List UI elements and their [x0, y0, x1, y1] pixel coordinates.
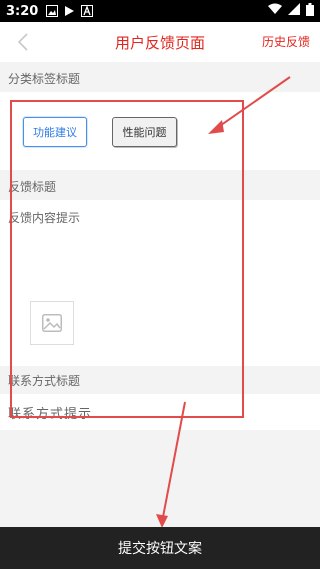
- back-button[interactable]: [12, 31, 34, 53]
- play-store-icon: [64, 5, 75, 17]
- battery-icon: [306, 2, 314, 20]
- contact-input[interactable]: 联系方式提示: [8, 403, 92, 422]
- status-bar: 3:20: [0, 0, 320, 22]
- category-title: 分类标签标题: [8, 72, 81, 86]
- chevron-left-icon: [17, 33, 28, 51]
- annotation-arrowhead: [208, 120, 224, 134]
- history-feedback-link[interactable]: 历史反馈: [262, 33, 310, 50]
- gallery-icon: [46, 5, 59, 17]
- tag-performance-issue[interactable]: 性能问题: [112, 117, 177, 147]
- bottom-spacer: [0, 430, 320, 527]
- page-title: 用户反馈页面: [114, 33, 205, 52]
- app-header: 用户反馈页面 历史反馈: [0, 22, 320, 62]
- signal-icon: [288, 3, 300, 19]
- image-placeholder-icon: [42, 314, 62, 332]
- a-icon: [81, 5, 94, 17]
- add-image-button[interactable]: [30, 301, 74, 345]
- tag-feature-suggestion[interactable]: 功能建议: [23, 117, 87, 147]
- feedback-screen: 3:20 用户反馈页面 历史反馈 分类标签标题 功能建议 性能问题 反馈标题 反…: [0, 0, 320, 569]
- feedback-content-input[interactable]: 反馈内容提示: [8, 209, 80, 226]
- wifi-icon: [268, 3, 282, 19]
- contact-title: 联系方式标题: [8, 374, 81, 388]
- feedback-title: 反馈标题: [8, 180, 57, 194]
- status-time: 3:20: [6, 3, 39, 19]
- submit-button[interactable]: 提交按钮文案: [0, 527, 320, 569]
- status-right: [268, 2, 314, 20]
